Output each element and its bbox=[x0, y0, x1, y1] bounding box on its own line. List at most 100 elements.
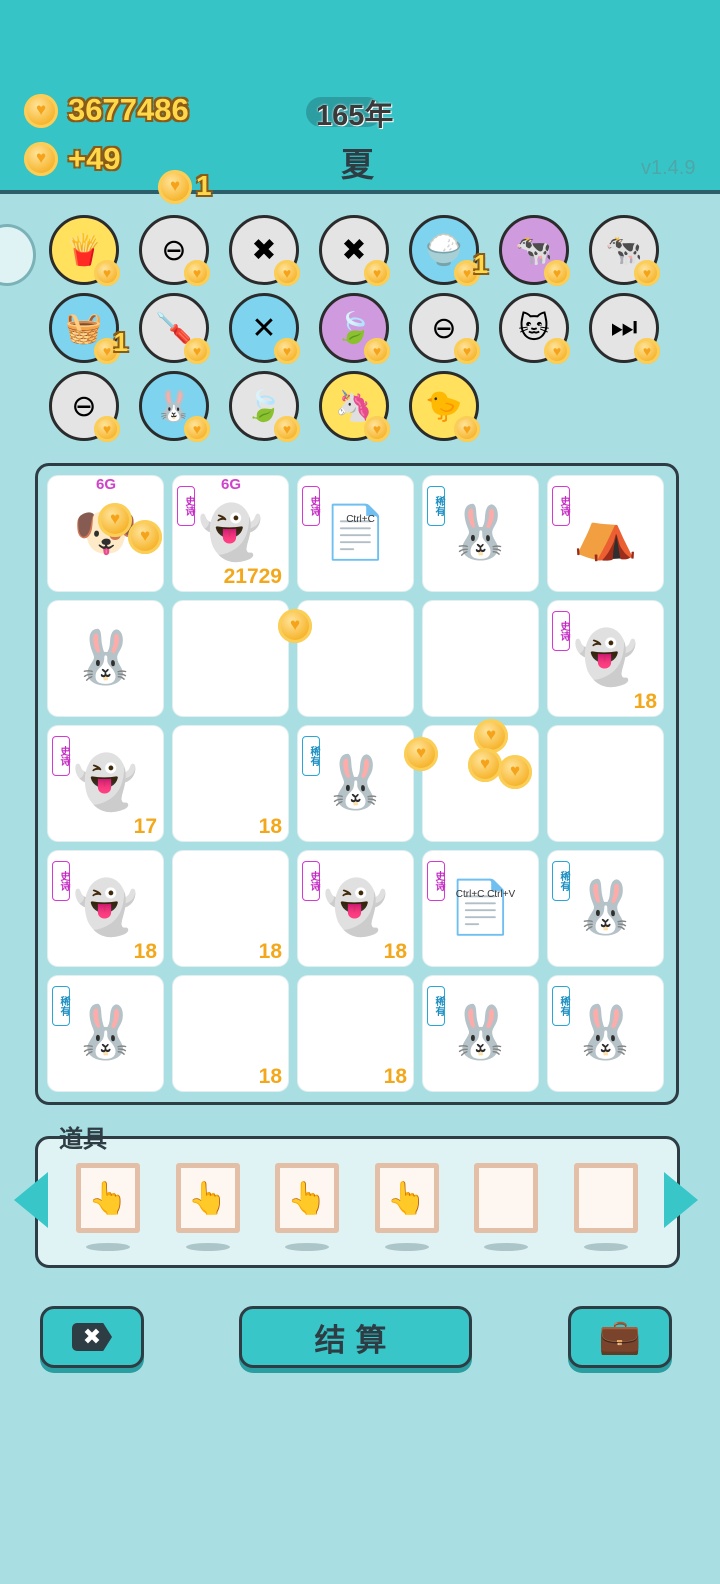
item-remove-icon[interactable]: ⊖ bbox=[409, 293, 480, 364]
board-cell-rabbit[interactable]: 稀有 🐰 bbox=[298, 726, 413, 841]
prop-slot[interactable]: 👆 bbox=[76, 1163, 140, 1233]
board-cell-ghost[interactable]: 史诗 👻 18 bbox=[548, 601, 663, 716]
mini-coin-icon bbox=[544, 260, 570, 286]
pointing-hand-icon: 👆 bbox=[187, 1180, 228, 1216]
prop-slot[interactable] bbox=[474, 1163, 538, 1233]
board-cell-ghost[interactable]: 史诗 👻 17 bbox=[48, 726, 163, 841]
rabbit-tent-icon: ⛺ bbox=[573, 504, 638, 562]
pointing-hand-icon: 👆 bbox=[287, 1180, 327, 1216]
item-rice-bowl-icon[interactable]: 🍚1 bbox=[409, 215, 488, 286]
ghost-icon: 👻 bbox=[198, 504, 263, 562]
rabbit-icon: 🐰 bbox=[573, 879, 638, 937]
pointing-hand-icon: 👆 bbox=[386, 1180, 427, 1216]
prop-shadow bbox=[384, 1243, 429, 1251]
item-delete-tag-icon[interactable]: ✖ bbox=[229, 215, 300, 286]
floating-coin-icon bbox=[498, 755, 532, 789]
floating-coin-icon bbox=[98, 503, 132, 537]
item-leaf-icon[interactable]: 🍃 bbox=[229, 371, 300, 442]
item-remove-icon[interactable]: ⊖ bbox=[49, 371, 120, 442]
board-cell-ghost[interactable]: 史诗 👻 6G 21729 bbox=[173, 476, 288, 591]
board-cell-paste-card[interactable]: 史诗 📄 Ctrl+C Ctrl+V bbox=[423, 851, 538, 966]
board-cell-rabbit[interactable]: 稀有 🐰 bbox=[548, 976, 663, 1091]
board-cell-rabbit[interactable]: 稀有 🐰 bbox=[48, 976, 163, 1091]
board-cell-empty[interactable] bbox=[173, 601, 288, 716]
board-cell-ghost[interactable]: 史诗 👻 18 bbox=[298, 851, 413, 966]
settle-button[interactable]: 结算 bbox=[239, 1306, 472, 1368]
coin-total: 3677486 bbox=[68, 92, 189, 127]
item-delete-tag-icon[interactable]: ✖ bbox=[319, 215, 390, 286]
props-title: 道具 bbox=[59, 1126, 107, 1153]
item-count: 1 bbox=[113, 327, 128, 357]
board-cell-copy-card[interactable]: 史诗 📄 Ctrl+C bbox=[298, 476, 413, 591]
skip-icon: ⏭ bbox=[610, 311, 638, 344]
item-cat-masks-icon[interactable]: 🐱 bbox=[499, 293, 570, 364]
chick-icon: 🐤 bbox=[425, 389, 463, 423]
board-cell-empty[interactable]: 18 bbox=[298, 976, 413, 1091]
coin-icon bbox=[24, 94, 58, 128]
mini-coin-icon bbox=[184, 338, 210, 364]
remove-button[interactable]: ✖ bbox=[40, 1306, 144, 1368]
prop-shadow bbox=[285, 1243, 329, 1251]
leaf-icon: 🍃 bbox=[245, 389, 283, 423]
cell-value: 18 bbox=[383, 1065, 407, 1088]
ghost-icon: 👻 bbox=[73, 879, 138, 937]
board-cell-empty[interactable]: 18 bbox=[173, 851, 288, 966]
copy-card-icon: 📄 bbox=[323, 504, 388, 562]
item-screwdriver-icon[interactable]: 🪛 bbox=[139, 293, 210, 364]
cell-value: 18 bbox=[258, 940, 282, 963]
rabbit-icon: 🐰 bbox=[73, 1004, 138, 1062]
cell-value: 18 bbox=[383, 940, 407, 963]
rabbit-icon: 🐰 bbox=[448, 504, 513, 562]
item-skip-icon[interactable]: ⏭ bbox=[589, 293, 660, 364]
board-cell-empty[interactable] bbox=[298, 601, 413, 716]
board-cell-empty[interactable] bbox=[423, 601, 538, 716]
mini-coin-icon bbox=[184, 416, 210, 442]
board-cell-rabbit[interactable]: 🐰 bbox=[48, 601, 163, 716]
item-chick-icon[interactable]: 🐤 bbox=[409, 371, 480, 442]
card-text: Ctrl+C bbox=[346, 514, 375, 525]
remove-icon: ⊖ bbox=[71, 389, 97, 423]
settle-label: 结算 bbox=[314, 1322, 397, 1358]
prop-slot[interactable] bbox=[573, 1163, 638, 1233]
floating-reward-count: 1 bbox=[196, 170, 212, 201]
board-cell-empty[interactable] bbox=[548, 726, 663, 841]
board-cell-rabbit[interactable]: 稀有 🐰 bbox=[548, 851, 663, 966]
board-cell-rabbit[interactable]: 稀有 🐰 bbox=[423, 976, 538, 1091]
pointing-hand-icon: 👆 bbox=[88, 1180, 128, 1216]
item-basket-icon[interactable]: 🧺1 bbox=[49, 293, 128, 364]
item-dairy-cows-icon[interactable]: 🐄 bbox=[589, 215, 660, 286]
briefcase-icon: 💼 bbox=[598, 1318, 642, 1356]
props-next-arrow[interactable] bbox=[664, 1172, 698, 1228]
item-dairy-cows-icon[interactable]: 🐄 bbox=[499, 215, 570, 286]
item-fries-icon[interactable]: 🍟 bbox=[49, 215, 120, 286]
item-remove-icon[interactable]: ⊖ bbox=[139, 215, 210, 286]
floating-coin-icon bbox=[468, 748, 502, 782]
props-prev-arrow[interactable] bbox=[14, 1172, 48, 1228]
board-cell-empty[interactable]: 18 bbox=[173, 976, 288, 1091]
prop-slot[interactable]: 👆 bbox=[374, 1163, 439, 1233]
ghost-icon: 👻 bbox=[573, 629, 638, 687]
cell-value: 17 bbox=[133, 815, 157, 838]
item-chopsticks-icon[interactable]: ✕ bbox=[229, 293, 300, 364]
prop-slot[interactable]: 👆 bbox=[175, 1163, 240, 1233]
card-text: Ctrl+C Ctrl+V bbox=[455, 889, 516, 900]
mini-coin-icon bbox=[364, 260, 390, 286]
fries-icon: 🍟 bbox=[65, 233, 103, 267]
year-label: 165年 bbox=[316, 100, 394, 132]
mini-coin-icon bbox=[94, 416, 120, 442]
side-drawer-tab[interactable] bbox=[0, 224, 36, 286]
ghost-icon: 👻 bbox=[73, 754, 138, 812]
item-leaf-icon[interactable]: 🍃 bbox=[319, 293, 390, 364]
mini-coin-icon bbox=[454, 416, 480, 442]
board-cell-rabbit-tent[interactable]: 史诗 ⛺ bbox=[548, 476, 663, 591]
item-rabbit-icon[interactable]: 🐰 bbox=[139, 371, 210, 442]
bag-button[interactable]: 💼 bbox=[568, 1306, 672, 1368]
prop-slot[interactable]: 👆 bbox=[275, 1163, 339, 1233]
remove-icon: ⊖ bbox=[431, 311, 457, 345]
board-cell-ghost[interactable]: 史诗 👻 18 bbox=[48, 851, 163, 966]
item-unicorn-icon[interactable]: 🦄 bbox=[319, 371, 390, 442]
delete-tag-icon: ✖ bbox=[341, 233, 367, 267]
board-cell-rabbit[interactable]: 稀有 🐰 bbox=[423, 476, 538, 591]
board-cell-empty[interactable]: 18 bbox=[173, 726, 288, 841]
season-label: 夏 bbox=[341, 146, 374, 183]
